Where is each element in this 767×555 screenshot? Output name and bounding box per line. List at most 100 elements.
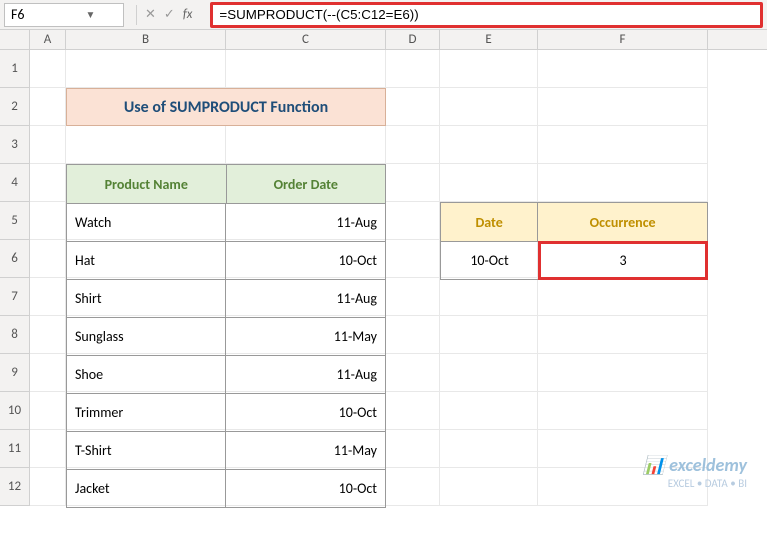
cell[interactable] [30,202,66,240]
cell[interactable] [538,278,708,316]
cell[interactable] [538,50,708,88]
fx-icon[interactable]: fx [183,7,193,22]
cell[interactable] [386,240,440,278]
row-header[interactable]: 11 [0,430,30,468]
cell-date[interactable]: 10-Oct [226,242,385,279]
cell[interactable] [440,88,538,126]
row-header[interactable]: 7 [0,278,30,316]
cell[interactable] [30,392,66,430]
cell-product[interactable]: Trimmer [67,394,226,431]
cell[interactable] [440,392,538,430]
cell[interactable] [440,316,538,354]
cell[interactable] [440,278,538,316]
cell-date[interactable]: 10-Oct [226,470,385,507]
cell[interactable] [30,354,66,392]
cell[interactable] [538,164,708,202]
cell[interactable] [386,126,440,164]
cell[interactable] [440,164,538,202]
row-header[interactable]: 3 [0,126,30,164]
cell[interactable] [538,354,708,392]
cell[interactable] [440,354,538,392]
cell[interactable] [440,126,538,164]
cell[interactable] [386,468,440,506]
table-row[interactable]: Sunglass11-May [67,317,385,355]
row-header[interactable]: 5 [0,202,30,240]
col-header-C[interactable]: C [226,30,386,49]
cell[interactable] [30,164,66,202]
cell-product[interactable]: Hat [67,242,226,279]
cell[interactable] [30,468,66,506]
cell[interactable] [66,126,226,164]
cell[interactable] [538,88,708,126]
cell[interactable] [440,430,538,468]
select-all-corner[interactable] [0,30,30,49]
cell[interactable] [386,430,440,468]
formula-input[interactable] [219,3,754,27]
cell[interactable] [30,50,66,88]
name-box-dropdown-icon[interactable]: ▼ [64,8,117,21]
table-row[interactable]: T-Shirt11-May [67,431,385,469]
cell[interactable] [30,430,66,468]
cell[interactable] [386,202,440,240]
cell-product[interactable]: Watch [67,204,226,241]
cell[interactable] [30,278,66,316]
table-row[interactable]: Shoe11-Aug [67,355,385,393]
cell-date[interactable]: 10-Oct [226,394,385,431]
cell[interactable] [30,126,66,164]
cell-product[interactable]: Jacket [67,470,226,507]
col-header-F[interactable]: F [538,30,708,49]
col-header-A[interactable]: A [30,30,66,49]
cell[interactable] [538,392,708,430]
cell-date[interactable]: 11-Aug [226,204,385,241]
lookup-result-cell[interactable]: 3 [538,241,708,280]
cell[interactable] [386,354,440,392]
row-header[interactable]: 8 [0,316,30,354]
row-header[interactable]: 12 [0,468,30,506]
row-header[interactable]: 6 [0,240,30,278]
cell[interactable] [386,88,440,126]
cell[interactable] [386,278,440,316]
lookup-header-date: Date [441,203,538,241]
confirm-icon[interactable]: ✓ [164,7,175,22]
cell[interactable] [386,164,440,202]
cell[interactable] [538,316,708,354]
cell-product[interactable]: Shirt [67,280,226,317]
cell[interactable] [66,50,226,88]
table-row[interactable]: Shirt11-Aug [67,279,385,317]
cancel-icon[interactable]: ✕ [145,7,156,22]
spreadsheet-grid[interactable]: A B C D E F 1 2 3 4 5 6 7 8 9 10 11 12 U… [0,30,767,555]
cell[interactable] [386,50,440,88]
cell-product[interactable]: T-Shirt [67,432,226,469]
row-header[interactable]: 2 [0,88,30,126]
cell[interactable] [226,126,386,164]
name-box[interactable]: F6 ▼ [4,3,124,27]
row-header[interactable]: 4 [0,164,30,202]
row-header[interactable]: 1 [0,50,30,88]
lookup-date-cell[interactable]: 10-Oct [441,242,539,279]
row-header[interactable]: 10 [0,392,30,430]
cell[interactable] [386,316,440,354]
cell-product[interactable]: Sunglass [67,318,226,355]
cell-product[interactable]: Shoe [67,356,226,393]
cell[interactable] [538,126,708,164]
table-row[interactable]: Watch11-Aug [67,203,385,241]
cell[interactable] [30,316,66,354]
cell[interactable] [440,50,538,88]
col-header-B[interactable]: B [66,30,226,49]
row-header[interactable]: 9 [0,354,30,392]
table-row[interactable]: Jacket10-Oct [67,469,385,507]
cell-date[interactable]: 11-Aug [226,356,385,393]
table-row[interactable]: Trimmer10-Oct [67,393,385,431]
cell[interactable] [30,88,66,126]
cell-date[interactable]: 11-May [226,318,385,355]
col-header-E[interactable]: E [440,30,538,49]
cell[interactable] [440,468,538,506]
col-header-D[interactable]: D [386,30,440,49]
lookup-row[interactable]: 10-Oct 3 [441,241,707,279]
cell[interactable] [30,240,66,278]
cell-date[interactable]: 11-Aug [226,280,385,317]
cell-date[interactable]: 11-May [226,432,385,469]
table-row[interactable]: Hat10-Oct [67,241,385,279]
cell[interactable] [226,50,386,88]
cell[interactable] [386,392,440,430]
